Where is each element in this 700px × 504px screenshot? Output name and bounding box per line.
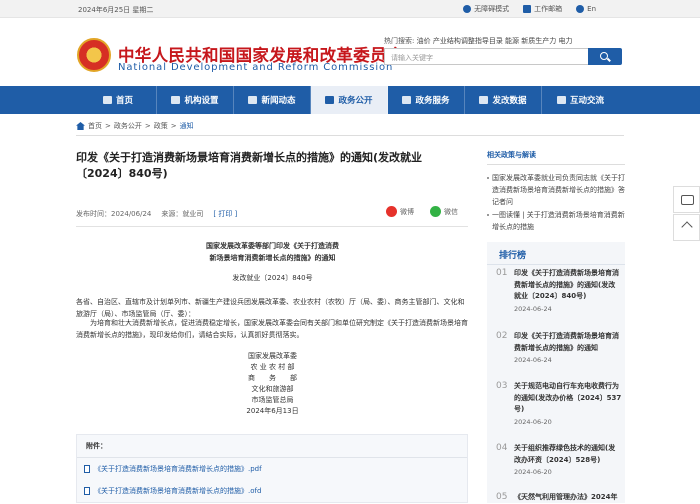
publish-date: 2024/06/24	[111, 210, 152, 218]
breadcrumb-home[interactable]: 首页	[88, 121, 102, 131]
nav-services[interactable]: 政务服务	[388, 86, 465, 114]
attachments-label: 附件：	[86, 442, 107, 450]
breadcrumb-gov-affairs[interactable]: 政务公开	[114, 121, 142, 131]
english-link[interactable]: En	[576, 4, 596, 14]
rank-number: 02	[496, 331, 508, 341]
rank-number: 01	[496, 268, 508, 278]
feedback-button[interactable]	[673, 186, 700, 213]
news-icon	[248, 96, 258, 104]
top-links: 无障碍模式 工作邮箱 En	[463, 4, 596, 14]
divider	[76, 135, 624, 136]
breadcrumb-current[interactable]: 通知	[180, 121, 194, 131]
search-button[interactable]	[588, 48, 622, 65]
accessibility-icon	[463, 5, 472, 13]
rank-title[interactable]: 关于规范电动自行车充电收费行为的通知(发改办价格〔2024〕537号)	[514, 381, 622, 416]
mail-icon	[523, 5, 532, 13]
attachment-pdf-link[interactable]: 《关于打造消费新场景培育消费新增长点的措施》.pdf	[84, 464, 262, 474]
nav-gov-affairs[interactable]: 政务公开	[311, 86, 388, 114]
ranking-title: 排行榜	[499, 251, 527, 261]
rank-date: 2024-06-20	[514, 418, 552, 426]
site-title-en: National Development and Reform Commissi…	[118, 62, 394, 73]
file-icon	[84, 487, 90, 495]
rank-number: 04	[496, 443, 508, 453]
rank-number: 05	[496, 492, 508, 502]
language-icon	[576, 5, 585, 13]
ranking-panel: 排行榜 01 印发《关于打造消费新场景培育消费新增长点的措施》的通知(发改就业〔…	[487, 242, 625, 503]
divider	[76, 226, 468, 227]
related-policies-title: 相关政策与解读	[487, 150, 625, 165]
rank-title[interactable]: 关于组织推荐绿色技术的通知(发改办环资〔2024〕528号)	[514, 443, 622, 466]
nav-organization[interactable]: 机构设置	[157, 86, 234, 114]
nav-home[interactable]: 首页	[80, 86, 157, 114]
share-weibo-button[interactable]: 微博	[386, 206, 414, 217]
document-body: 为培育和壮大消费新增长点，促进消费稳定增长，国家发展改革委会同有关部门和单位研究…	[76, 319, 468, 339]
back-to-top-button[interactable]	[673, 214, 700, 241]
rank-date: 2024-06-20	[514, 468, 552, 476]
share-wechat-button[interactable]: 微信	[430, 206, 458, 217]
chart-icon	[479, 96, 489, 104]
rank-date: 2024-06-24	[514, 356, 552, 364]
document-signers: 国家发展改革委 农 业 农 村 部 商 务 部 文化和旅游部 市场监管总局 20…	[200, 351, 345, 417]
service-icon	[402, 96, 412, 104]
weibo-icon	[386, 206, 397, 217]
related-link[interactable]: 一图读懂 | 关于打造消费新场景培育消费新增长点的措施	[487, 209, 625, 233]
document-icon	[325, 96, 335, 104]
breadcrumb-policy[interactable]: 政策	[154, 121, 168, 131]
site-header: 中华人民共和国国家发展和改革委员会 National Development a…	[0, 18, 700, 86]
chat-icon	[556, 96, 566, 104]
rank-date: 2024-06-24	[514, 305, 552, 313]
article-title: 印发《关于打造消费新场景培育消费新增长点的措施》的通知(发改就业〔2024〕84…	[76, 151, 423, 180]
accessibility-link[interactable]: 无障碍模式	[463, 4, 509, 14]
document-heading: 国家发展改革委等部门印发《关于打造消费 新场景培育消费新增长点的措施》的通知	[206, 242, 339, 262]
work-mail-link[interactable]: 工作邮箱	[523, 4, 562, 14]
home-icon	[102, 96, 112, 104]
rank-number: 03	[496, 381, 508, 391]
national-emblem-logo[interactable]	[77, 38, 111, 72]
attachments-box: 附件： 《关于打造消费新场景培育消费新增长点的措施》.pdf 《关于打造消费新场…	[76, 434, 468, 503]
related-link[interactable]: 国家发展改革委就业司负责同志就《关于打造消费新场景培育消费新增长点的措施》答记者…	[487, 172, 625, 208]
nav-news[interactable]: 新闻动态	[234, 86, 311, 114]
hot-search: 热门搜索: 油价 产业结构调整指导目录 能源 新质生产力 电力	[384, 36, 573, 46]
article-source: 就业司	[182, 210, 204, 218]
top-bar: 2024年6月25日 星期二 无障碍模式 工作邮箱 En	[0, 0, 700, 18]
building-icon	[171, 96, 181, 104]
divider	[487, 264, 625, 265]
document-date: 2024年6月13日	[246, 407, 299, 415]
document-number: 发改就业〔2024〕840号	[232, 274, 313, 282]
home-icon[interactable]	[76, 122, 85, 130]
search-input[interactable]: 请输入关键字	[384, 48, 596, 65]
divider	[77, 457, 467, 458]
current-date: 2024年6月25日 星期二	[78, 6, 154, 14]
main-nav: 首页 机构设置 新闻动态 政务公开 政务服务 发改数据 互动交流	[0, 86, 700, 114]
print-button[interactable]: [ 打印 ]	[213, 209, 237, 219]
rank-title[interactable]: 《天然气利用管理办法》2024年	[514, 492, 622, 504]
wechat-icon	[430, 206, 441, 217]
file-icon	[84, 465, 90, 473]
nav-data[interactable]: 发改数据	[465, 86, 542, 114]
breadcrumb: 首页 > 政务公开 > 政策 > 通知	[76, 121, 194, 131]
nav-interaction[interactable]: 互动交流	[542, 86, 619, 114]
rank-title[interactable]: 印发《关于打造消费新场景培育消费新增长点的措施》的通知	[514, 331, 622, 354]
hot-search-terms[interactable]: 油价 产业结构调整指导目录 能源 新质生产力 电力	[417, 37, 573, 45]
attachment-ofd-link[interactable]: 《关于打造消费新场景培育消费新增长点的措施》.ofd	[84, 486, 261, 496]
article-meta: 发布时间：2024/06/24 来源：就业司 [ 打印 ]	[76, 209, 238, 219]
rank-title[interactable]: 印发《关于打造消费新场景培育消费新增长点的措施》的通知(发改就业〔2024〕84…	[514, 268, 622, 303]
hot-search-label: 热门搜索:	[384, 37, 415, 45]
share-bar: 微博 微信	[386, 206, 458, 217]
